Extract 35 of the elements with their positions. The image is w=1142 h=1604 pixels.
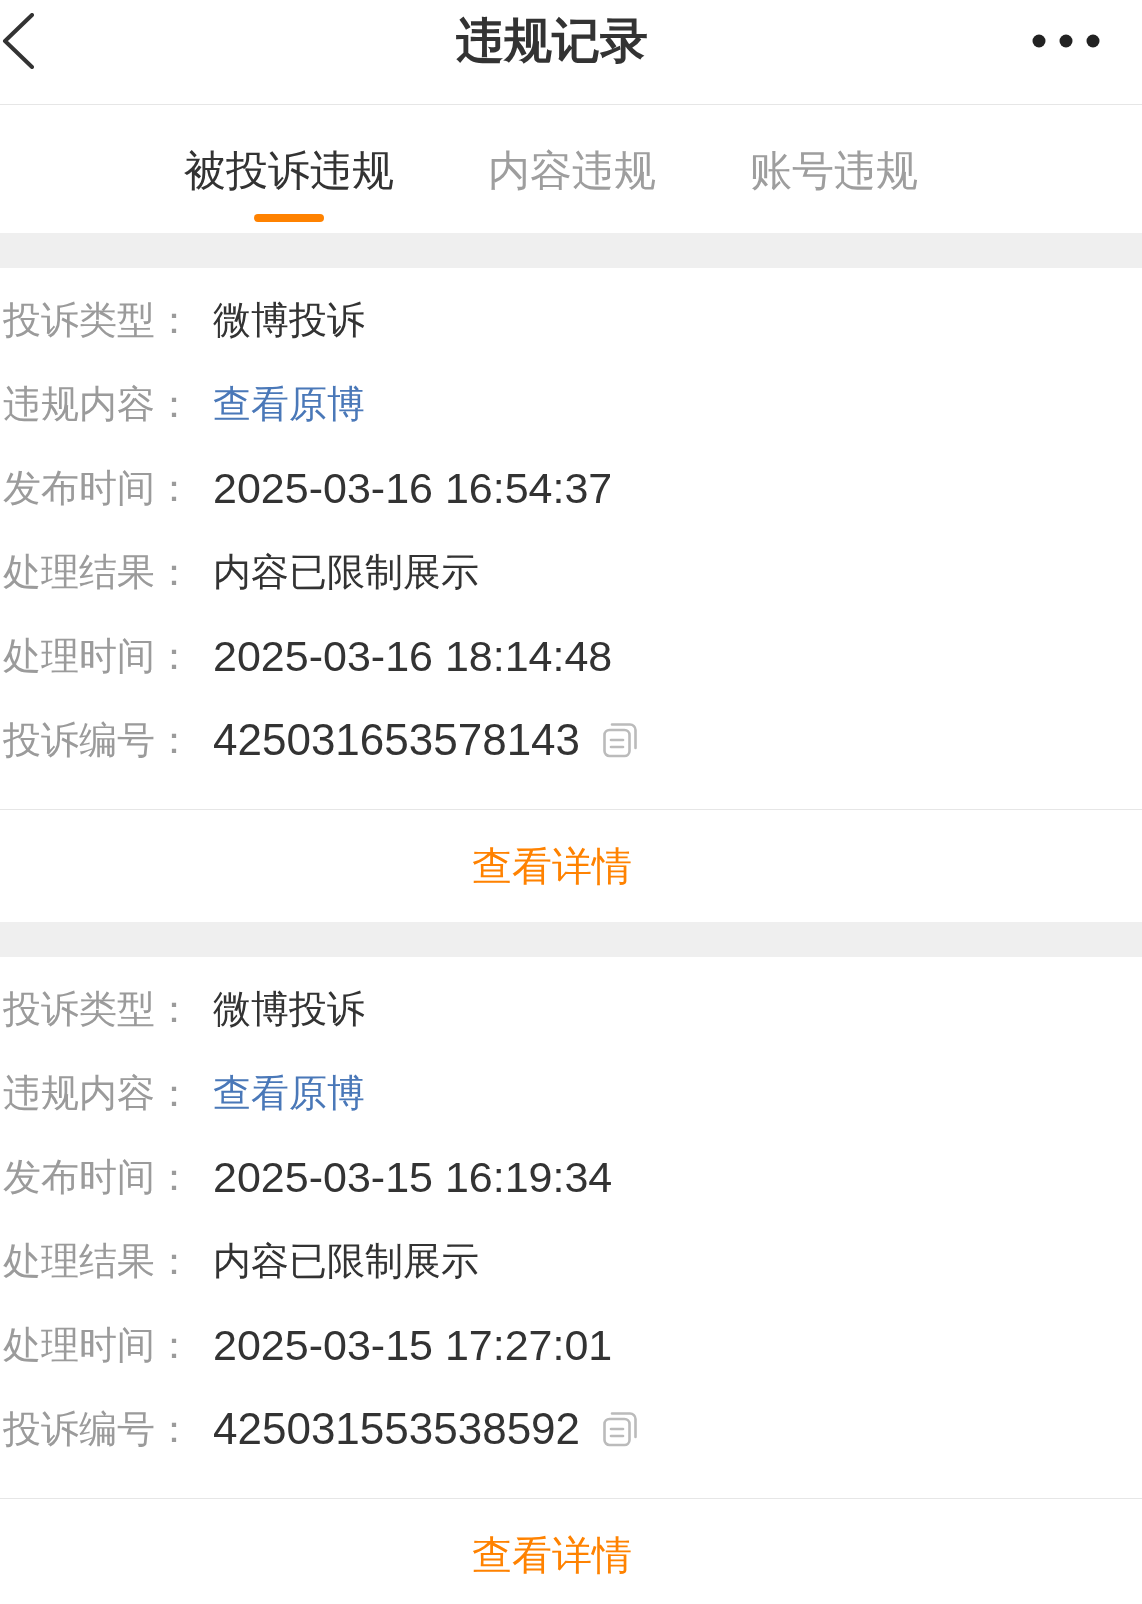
field-label: 违规内容： xyxy=(3,1074,194,1112)
field-value: 2025-03-15 16:19:34 xyxy=(213,1155,613,1199)
back-icon xyxy=(2,12,34,69)
page-title: 违规记录 xyxy=(456,16,648,65)
complaint-number: 425031553538592 xyxy=(213,1407,581,1451)
field-label: 投诉类型： xyxy=(3,301,194,339)
field-label: 违规内容： xyxy=(3,385,194,423)
view-post-link[interactable]: 查看原博 xyxy=(213,1074,365,1112)
view-post-link[interactable]: 查看原博 xyxy=(213,385,365,423)
view-details-button[interactable]: 查看详情 xyxy=(472,846,632,886)
field-value: 2025-03-16 16:54:37 xyxy=(213,466,613,510)
field-label: 处理结果： xyxy=(3,1242,194,1280)
field-label: 处理时间： xyxy=(3,1326,194,1364)
field-label: 发布时间： xyxy=(3,469,194,507)
field-value: 微博投诉 xyxy=(213,990,365,1028)
more-button[interactable] xyxy=(1032,33,1100,48)
field-label: 处理时间： xyxy=(3,637,194,675)
field-label: 处理结果： xyxy=(3,553,194,591)
back-button[interactable] xyxy=(2,12,34,69)
field-label: 投诉编号： xyxy=(3,1410,194,1448)
field-value: 内容已限制展示 xyxy=(213,1242,479,1280)
field-label: 投诉类型： xyxy=(3,990,194,1028)
field-label: 发布时间： xyxy=(3,1158,194,1196)
field-value: 微博投诉 xyxy=(213,301,365,339)
field-value: 内容已限制展示 xyxy=(213,553,479,591)
view-details-button[interactable]: 查看详情 xyxy=(472,1535,632,1575)
more-icon xyxy=(1032,33,1100,48)
field-label: 投诉编号： xyxy=(3,721,194,759)
complaint-number: 425031653578143 xyxy=(213,718,581,762)
tab[interactable]: 内容违规 xyxy=(488,150,656,222)
field-value: 2025-03-16 18:14:48 xyxy=(213,634,613,678)
tab-indicator xyxy=(254,214,324,222)
field-value: 2025-03-15 17:27:01 xyxy=(213,1323,613,1367)
tab[interactable]: 被投诉违规 xyxy=(184,150,394,222)
tab[interactable]: 账号违规 xyxy=(750,150,918,222)
